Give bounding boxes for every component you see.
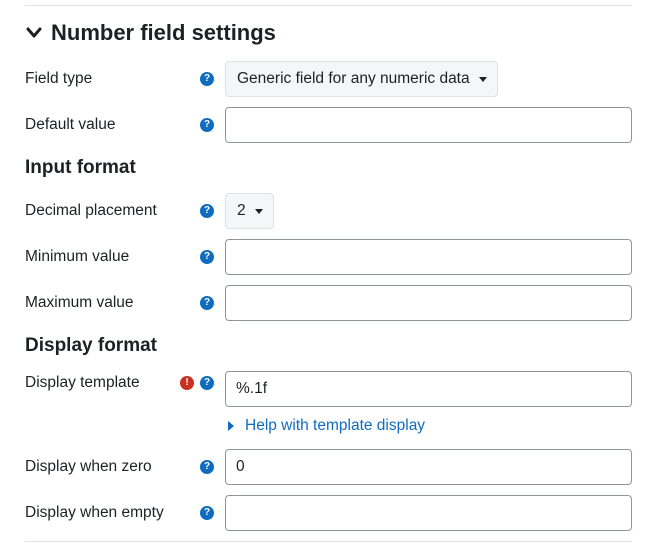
minimum-value-input[interactable] (225, 239, 632, 275)
question-circle-icon[interactable]: ? (200, 204, 214, 218)
display-when-zero-label: Display when zero (25, 458, 152, 475)
question-circle-icon[interactable]: ? (200, 118, 214, 132)
display-template-input[interactable] (225, 371, 632, 407)
display-when-empty-input[interactable] (225, 495, 632, 531)
question-circle-icon[interactable]: ? (200, 250, 214, 264)
top-divider (25, 5, 632, 6)
template-help-link[interactable]: Help with template display (225, 417, 425, 435)
display-template-label: Display template (25, 374, 140, 391)
section-toggle[interactable]: Number field settings (24, 18, 276, 48)
exclamation-circle-icon: ! (180, 376, 194, 390)
decimal-placement-select[interactable]: 2 (225, 193, 274, 229)
question-circle-icon[interactable]: ? (200, 72, 214, 86)
default-value-input[interactable] (225, 107, 632, 143)
field-type-label: Field type (25, 70, 93, 87)
field-type-value: Generic field for any numeric data (237, 70, 470, 87)
maximum-value-input[interactable] (225, 285, 632, 321)
decimal-placement-value: 2 (237, 202, 246, 219)
caret-right-icon (228, 421, 234, 431)
display-when-zero-input[interactable] (225, 449, 632, 485)
chevron-down-icon (24, 23, 44, 43)
display-when-empty-label: Display when empty (25, 504, 164, 521)
display-format-heading: Display format (25, 335, 157, 356)
question-circle-icon[interactable]: ? (200, 460, 214, 474)
minimum-value-label: Minimum value (25, 248, 130, 265)
bottom-divider (25, 541, 632, 542)
question-circle-icon[interactable]: ? (200, 376, 214, 390)
default-value-label: Default value (25, 116, 116, 133)
section-title: Number field settings (51, 20, 276, 45)
question-circle-icon[interactable]: ? (200, 506, 214, 520)
maximum-value-label: Maximum value (25, 294, 134, 311)
caret-down-icon (254, 208, 263, 214)
decimal-placement-label: Decimal placement (25, 202, 157, 219)
caret-down-icon (478, 76, 487, 82)
field-type-select[interactable]: Generic field for any numeric data (225, 61, 498, 97)
input-format-heading: Input format (25, 157, 136, 178)
question-circle-icon[interactable]: ? (200, 296, 214, 310)
template-help-label: Help with template display (245, 417, 426, 434)
